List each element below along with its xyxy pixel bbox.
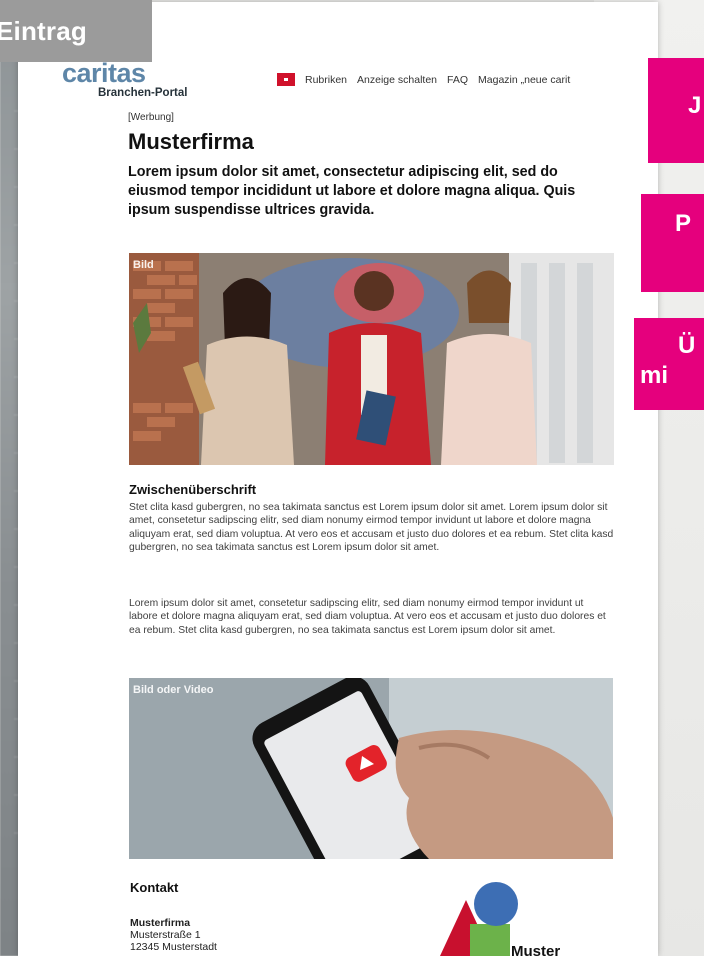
promo-tile-2[interactable]: P xyxy=(641,194,704,292)
article-header: [Werbung] Musterfirma Lorem ipsum dolor … xyxy=(128,112,614,220)
nav-item-rubriken[interactable]: Rubriken xyxy=(305,74,347,86)
promo-tile-3[interactable]: Ü mi xyxy=(634,318,704,410)
nav-item-anzeige-schalten[interactable]: Anzeige schalten xyxy=(357,74,437,86)
ad-tag: [Werbung] xyxy=(128,112,174,123)
logo-wordmark: caritas xyxy=(62,58,146,88)
video-placeholder[interactable]: Bild oder Video xyxy=(129,678,613,859)
contact-address: Musterfirma Musterstraße 1 12345 Musters… xyxy=(130,917,217,953)
body-paragraph-2: Lorem ipsum dolor sit amet, consetetur s… xyxy=(129,598,606,636)
entry-badge: Eintrag xyxy=(0,0,152,62)
subheading: Zwischenüberschrift xyxy=(129,482,257,497)
promo-tile-2-label: P xyxy=(675,210,692,237)
caritas-flame-icon xyxy=(277,73,295,86)
video-illustration xyxy=(129,678,613,859)
contact-street: Musterstraße 1 xyxy=(130,929,201,941)
promo-tile-3-line1: Ü xyxy=(678,332,696,359)
promo-tile-1[interactable]: J xyxy=(648,58,704,163)
body-paragraph-1: Stet clita kasd gubergren, no sea takima… xyxy=(129,502,614,553)
nav-item-magazin[interactable]: Magazin „neue carit xyxy=(478,74,570,86)
promo-tile-3-line2: mi xyxy=(640,362,669,389)
logo-subtitle: Branchen-Portal xyxy=(98,87,188,99)
promo-tile-1-label: J xyxy=(688,92,702,119)
nav-item-faq[interactable]: FAQ xyxy=(447,74,468,86)
image-placeholder-label: Bild xyxy=(133,259,154,271)
contact-company-name: Musterfirma xyxy=(130,917,191,929)
main-nav: Rubriken Anzeige schalten FAQ Magazin „n… xyxy=(277,73,570,86)
contact-city: 12345 Musterstadt xyxy=(130,941,217,953)
video-placeholder-label: Bild oder Video xyxy=(133,684,214,696)
caritas-logo[interactable]: caritas Branchen-Portal xyxy=(62,58,188,100)
company-logo-text: Muster xyxy=(511,943,561,956)
hero-photo-illustration xyxy=(129,253,614,465)
intro-text: Lorem ipsum dolor sit amet, consectetur … xyxy=(128,164,576,218)
page-title: Musterfirma xyxy=(128,129,254,154)
contact-heading: Kontakt xyxy=(130,880,179,895)
entry-badge-label: Eintrag xyxy=(0,16,87,46)
hero-image: Bild xyxy=(129,253,614,465)
